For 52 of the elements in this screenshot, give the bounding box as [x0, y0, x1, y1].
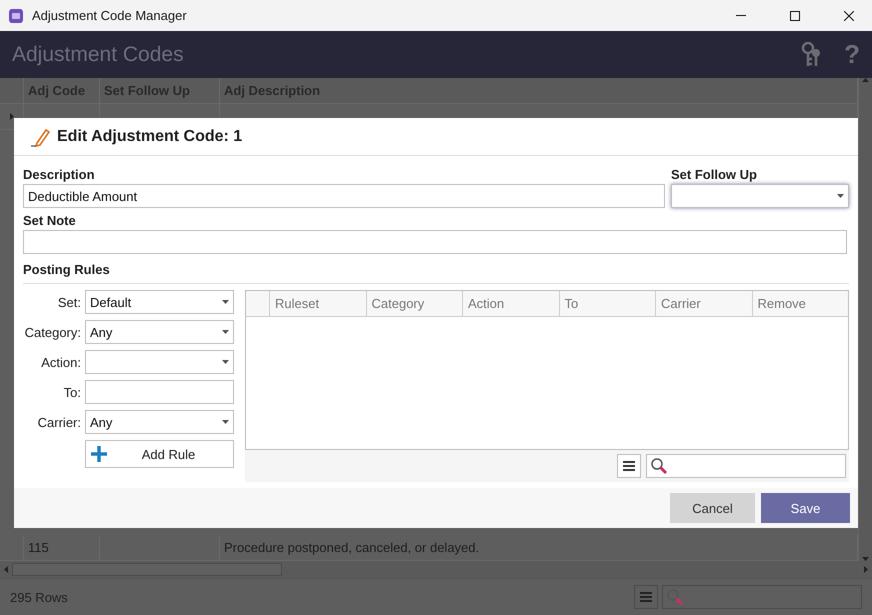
app-icon: [8, 8, 24, 24]
caret-icon: [837, 194, 844, 198]
input-field[interactable]: [85, 380, 234, 404]
dropdown[interactable]: [671, 184, 849, 208]
caret-icon: [222, 300, 229, 304]
caret-icon: [222, 420, 229, 424]
dialog-title: Edit Adjustment Code: 1: [57, 128, 242, 146]
menu-icon: [640, 592, 652, 602]
input-field[interactable]: [23, 230, 847, 254]
dropdown[interactable]: [85, 350, 234, 374]
column-header[interactable]: Carrier: [656, 291, 752, 316]
help-icon[interactable]: ?: [844, 39, 860, 70]
dropdown[interactable]: Any: [85, 320, 234, 344]
caret-icon: [222, 330, 229, 334]
section-title: Posting Rules: [23, 260, 111, 279]
search-field[interactable]: [662, 585, 862, 609]
field-label: Action:: [40, 354, 81, 370]
field-label: Category:: [24, 324, 81, 340]
add-rule-button[interactable]: Add Rule: [85, 440, 234, 468]
input-field[interactable]: Deductible Amount: [23, 184, 665, 208]
scroll-right-icon[interactable]: [864, 566, 868, 573]
cancel-button[interactable]: Cancel: [670, 493, 755, 523]
plus-icon: [90, 445, 108, 463]
table-cell: 115: [24, 535, 100, 560]
horizontal-scrollbar[interactable]: [0, 561, 872, 578]
column-header[interactable]: Category: [366, 291, 463, 316]
scroll-left-icon[interactable]: [4, 566, 8, 573]
field-label: Carrier:: [36, 414, 81, 430]
caret-icon: [222, 360, 229, 364]
menu-icon: [623, 461, 635, 471]
keys-icon[interactable]: [800, 42, 822, 68]
column-header[interactable]: Ruleset: [270, 291, 366, 316]
column-header[interactable]: Remove: [752, 291, 848, 316]
field-label: Set Follow Up: [671, 166, 758, 184]
column-header[interactable]: To: [560, 291, 656, 316]
search-field[interactable]: [646, 454, 846, 478]
save-button[interactable]: Save: [761, 493, 850, 523]
search-icon: [650, 457, 668, 475]
field-label: To:: [62, 384, 81, 400]
column-header[interactable]: Action: [463, 291, 560, 316]
scrollbar[interactable]: [858, 78, 872, 561]
dropdown[interactable]: Any: [85, 410, 234, 434]
row-count: 295 Rows: [10, 590, 69, 604]
dropdown[interactable]: Default: [85, 290, 234, 314]
field-label: Set:: [56, 294, 81, 310]
search-icon: [666, 588, 684, 606]
menu-button[interactable]: [617, 454, 641, 478]
field-label: Description: [23, 166, 96, 184]
window-title: Adjustment Code Manager: [32, 8, 188, 23]
field-label: Set Note: [23, 212, 77, 230]
page-title: Adjustment Codes: [12, 42, 185, 66]
pencil-icon: [31, 126, 51, 146]
